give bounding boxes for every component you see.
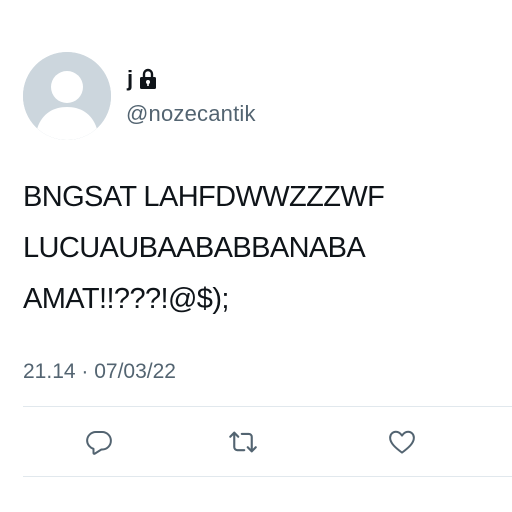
tweet-text: BNGSAT LAHFDWWZZZWF LUCUAUBAABABBANABA A… [23, 181, 385, 315]
reply-icon [86, 431, 112, 455]
lock-icon [139, 68, 157, 90]
divider [23, 476, 512, 477]
reply-button[interactable] [82, 425, 116, 459]
avatar[interactable] [23, 52, 111, 140]
retweet-icon [229, 431, 257, 453]
user-name-row: j [127, 66, 157, 92]
user-handle[interactable]: @nozecantik [126, 101, 256, 127]
divider [23, 406, 512, 407]
display-name[interactable]: j [127, 66, 133, 92]
tweet-card: j @nozecantik BNGSAT LAHFDWWZZZWF LUCUAU… [0, 0, 512, 512]
retweet-button[interactable] [226, 425, 260, 459]
tweet-timestamp[interactable]: 21.14 · 07/03/22 [23, 359, 176, 385]
default-avatar-icon [23, 52, 111, 140]
like-button[interactable] [385, 425, 419, 459]
heart-icon [389, 430, 415, 454]
